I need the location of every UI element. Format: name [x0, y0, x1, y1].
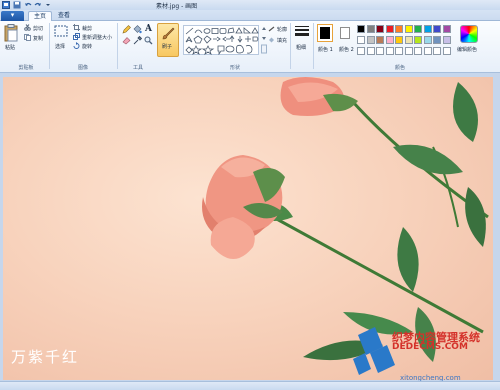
group-separator — [313, 23, 314, 69]
color-swatch[interactable] — [433, 25, 441, 33]
color-swatch[interactable] — [423, 25, 432, 33]
fill-bucket-icon[interactable] — [133, 25, 142, 34]
shapes-group-label: 形状 — [229, 65, 240, 71]
color-swatch[interactable] — [433, 36, 441, 44]
tools-group-label: 工具 — [132, 65, 143, 71]
color-swatch[interactable] — [442, 47, 451, 55]
group-separator — [49, 23, 50, 69]
size-button[interactable]: 粗细 — [296, 44, 306, 51]
brush-icon — [162, 27, 175, 40]
color-swatch[interactable] — [385, 36, 394, 44]
paste-icon[interactable] — [4, 24, 18, 42]
shapes-gallery[interactable] — [183, 25, 259, 55]
crop-icon[interactable] — [73, 24, 80, 31]
color-swatch[interactable] — [442, 36, 451, 44]
group-separator — [117, 23, 118, 69]
edit-colors-icon[interactable] — [460, 25, 478, 43]
color-swatch[interactable] — [366, 36, 375, 44]
color-swatch[interactable] — [423, 36, 432, 44]
color-swatch[interactable] — [395, 25, 403, 33]
pencil-icon[interactable] — [122, 25, 131, 34]
edit-colors-button[interactable]: 编辑颜色 — [457, 46, 477, 53]
tab-view[interactable]: 查看 — [53, 11, 75, 21]
color-swatch[interactable] — [366, 47, 375, 55]
cut-button[interactable]: 剪切 — [33, 25, 43, 32]
colors-group-label: 颜色 — [394, 65, 405, 71]
color-swatch[interactable] — [357, 25, 365, 33]
color-swatch[interactable] — [357, 36, 365, 44]
color-swatch[interactable] — [376, 25, 384, 33]
fill-icon[interactable] — [268, 37, 275, 43]
color-swatch[interactable] — [433, 47, 441, 55]
image-group-label: 图像 — [77, 65, 88, 71]
status-bar — [0, 381, 500, 390]
resize-icon[interactable] — [73, 33, 80, 40]
color-1-swatch[interactable] — [317, 24, 333, 42]
ribbon-tab-row: ▾ 主页 查看 — [0, 10, 500, 21]
title-bar: 素材.jpg - 画图 — [0, 0, 500, 10]
customize-dropdown-icon[interactable] — [44, 1, 52, 9]
color-2-swatch[interactable] — [340, 27, 350, 39]
crop-button[interactable]: 裁剪 — [82, 25, 92, 32]
color-swatch[interactable] — [376, 36, 384, 44]
paint-menu-button[interactable]: ▾ — [1, 11, 24, 21]
shapes-scroll-icon[interactable] — [261, 25, 267, 55]
select-button[interactable]: 选择 — [55, 43, 65, 50]
color-swatch[interactable] — [395, 36, 403, 44]
undo-icon[interactable] — [24, 1, 32, 9]
color-swatch[interactable] — [357, 47, 365, 55]
clipboard-group-label: 剪贴板 — [18, 65, 34, 71]
brushes-label: 刷子 — [162, 44, 173, 50]
fill-dropdown[interactable]: 填充 — [277, 37, 287, 44]
window-title: 素材.jpg - 画图 — [156, 3, 198, 10]
size-lines-icon[interactable] — [295, 25, 309, 39]
color-swatch[interactable] — [395, 47, 403, 55]
color-swatch[interactable] — [414, 36, 422, 44]
copy-button[interactable]: 复制 — [33, 35, 43, 42]
cut-icon[interactable] — [24, 24, 31, 31]
color-swatch[interactable] — [414, 25, 422, 33]
color-palette[interactable] — [357, 25, 453, 59]
color-swatch[interactable] — [404, 47, 413, 55]
magnifier-icon[interactable] — [144, 36, 153, 45]
color-swatch[interactable] — [414, 47, 422, 55]
rotate-button[interactable]: 旋转 — [82, 43, 92, 50]
app-icon[interactable] — [2, 1, 10, 9]
paste-button[interactable]: 粘贴 — [5, 44, 15, 51]
color-swatch[interactable] — [404, 25, 413, 33]
color-swatch[interactable] — [423, 47, 432, 55]
select-icon[interactable] — [54, 25, 68, 37]
redo-icon[interactable] — [34, 1, 42, 9]
brushes-button[interactable]: 刷子 — [157, 23, 179, 57]
text-tool-icon[interactable]: A — [145, 24, 152, 34]
color-picker-icon[interactable] — [133, 36, 142, 45]
eraser-icon[interactable] — [122, 36, 131, 45]
color-swatch[interactable] — [385, 25, 394, 33]
color-swatch[interactable] — [376, 47, 384, 55]
resize-button[interactable]: 重新调整大小 — [82, 34, 112, 41]
ribbon: 粘贴 剪切 复制 剪贴板 选择 裁剪 重新调整大小 旋转 图像 A 工具 刷子 … — [0, 21, 500, 73]
save-icon[interactable] — [13, 1, 21, 9]
tab-home[interactable]: 主页 — [28, 11, 52, 21]
rotate-icon[interactable] — [73, 42, 80, 49]
outline-dropdown[interactable]: 轮廓 — [277, 26, 287, 33]
color-swatch[interactable] — [442, 25, 451, 33]
outline-icon[interactable] — [268, 26, 275, 32]
color-swatch[interactable] — [385, 47, 394, 55]
copy-icon[interactable] — [24, 34, 31, 41]
shape-icons — [185, 27, 259, 55]
color-swatch[interactable] — [366, 25, 375, 33]
color-1-label[interactable]: 颜色 1 — [318, 47, 334, 53]
color-2-label[interactable]: 颜色 2 — [339, 47, 355, 53]
group-separator — [290, 23, 291, 69]
color-swatch[interactable] — [404, 36, 413, 44]
watermark-url: DEDECMS.COM — [392, 342, 468, 352]
artwork-caption-text: 万紫千红 — [11, 348, 80, 366]
